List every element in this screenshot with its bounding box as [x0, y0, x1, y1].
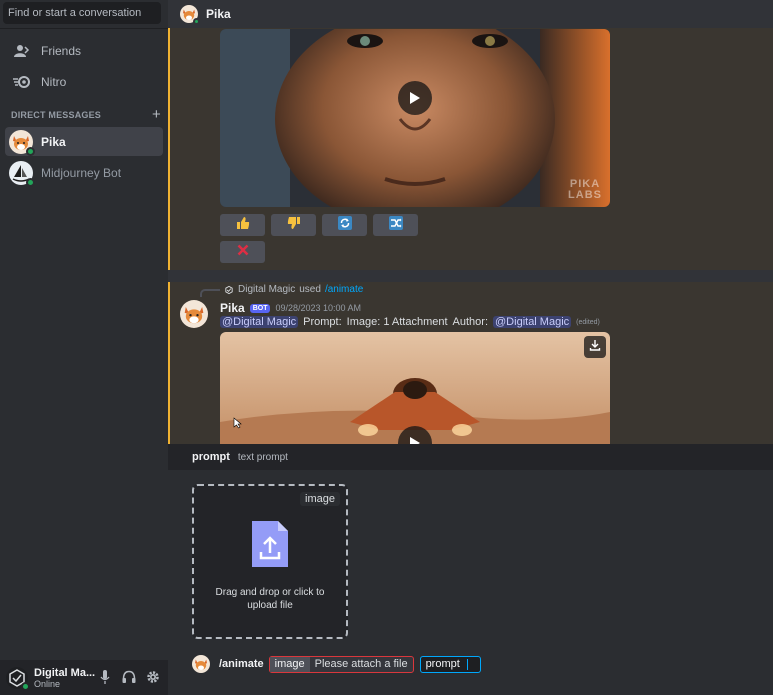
used-text: used [299, 284, 321, 295]
sidebar-item-label: Friends [41, 44, 82, 58]
slash-command-panel: prompt text prompt image Drag and drop o… [168, 444, 773, 695]
online-status-icon [26, 177, 35, 187]
dm-item-pika[interactable]: Pika [5, 127, 163, 156]
discord-app: Find or start a conversation Friends Nit… [0, 0, 773, 695]
chip-key: prompt [425, 657, 460, 670]
microphone-icon[interactable] [98, 669, 112, 685]
edited-tag: (edited) [576, 318, 600, 326]
pika-avatar [192, 655, 210, 673]
online-status-icon [193, 18, 200, 25]
dropzone-text: Drag and drop or click to upload file [215, 587, 325, 611]
dm-item-label: Midjourney Bot [41, 165, 122, 180]
message-header: Pika BOT 09/28/2023 10:00 AM [220, 301, 361, 315]
channel-header: Pika [168, 0, 773, 28]
text-caret [466, 658, 468, 670]
upload-file-icon [250, 519, 290, 569]
delete-button[interactable] [220, 241, 265, 263]
friends-icon [12, 41, 32, 61]
midjourney-avatar [9, 160, 35, 187]
dm-item-label: Pika [41, 134, 66, 149]
thumbs-up-icon [236, 216, 250, 235]
message-content: @Digital Magic Prompt: Image: 1 Attachme… [220, 316, 600, 328]
slash-command-name: /animate [219, 658, 264, 670]
pika-avatar [180, 5, 200, 25]
dm-item-midjourney-bot[interactable]: Midjourney Bot [5, 158, 163, 187]
prompt-label: Prompt: [303, 316, 342, 328]
online-status-icon [21, 681, 30, 691]
author-name[interactable]: Pika [220, 301, 245, 315]
chip-error-message: Please attach a file [314, 657, 408, 670]
action-buttons [220, 214, 418, 236]
pika-bot-avatar[interactable] [180, 300, 208, 328]
thumbs-down-icon [287, 216, 301, 235]
sidebar: Find or start a conversation Friends Nit… [0, 0, 168, 695]
bot-badge: BOT [249, 303, 271, 313]
option-header: prompt text prompt [168, 444, 773, 470]
download-button[interactable] [584, 336, 606, 358]
author-label: Author: [452, 316, 489, 328]
sidebar-item-label: Nitro [41, 75, 67, 89]
dm-section-header: DIRECT MESSAGES + [11, 107, 161, 122]
video-embed[interactable] [220, 332, 610, 444]
command-name[interactable]: /animate [325, 284, 363, 295]
nitro-icon [12, 72, 32, 92]
shuffle-button[interactable] [373, 214, 418, 236]
command-user[interactable]: Digital Magic [238, 284, 295, 295]
image-text: Image: 1 Attachment [346, 316, 448, 328]
user-info: Digital Ma... Online [34, 667, 95, 689]
close-x-icon [237, 243, 249, 261]
author-mention[interactable]: @Digital Magic [493, 316, 572, 328]
headphones-icon[interactable] [122, 669, 136, 685]
prompt-option-input[interactable]: prompt [419, 655, 481, 673]
shuffle-icon [388, 215, 403, 235]
regenerate-button[interactable] [322, 214, 367, 236]
dropzone-tag: image [300, 492, 340, 506]
watermark: PIKA LABS [568, 178, 602, 201]
create-dm-plus-icon[interactable]: + [152, 107, 161, 122]
user-status: Online [34, 678, 61, 689]
option-name: prompt [192, 451, 230, 463]
user-controls [98, 669, 160, 685]
reply-connector [200, 289, 220, 297]
chat-area: Pika PIKA LABS Digital Magic used /anima… [168, 0, 773, 695]
user-mention[interactable]: @Digital Magic [220, 316, 299, 328]
file-dropzone[interactable]: image Drag and drop or click to upload f… [192, 484, 348, 639]
download-icon [589, 338, 601, 356]
chip-key: image [269, 656, 310, 672]
pika-avatar [9, 129, 35, 156]
dm-header-label: DIRECT MESSAGES [11, 110, 102, 120]
settings-gear-icon[interactable] [146, 669, 160, 685]
video-thumbnail-portrait [220, 29, 610, 207]
user-avatar[interactable] [6, 666, 30, 691]
command-used-line: Digital Magic used /animate [224, 284, 363, 295]
user-name: Digital Ma... [34, 666, 96, 679]
page-title: Pika [206, 7, 231, 21]
online-status-icon [26, 146, 35, 156]
play-icon[interactable] [398, 81, 432, 115]
video-embed[interactable]: PIKA LABS [220, 29, 610, 207]
sidebar-item-friends[interactable]: Friends [8, 37, 163, 65]
search-input[interactable]: Find or start a conversation [3, 2, 161, 24]
message-timestamp: 09/28/2023 10:00 AM [275, 303, 362, 313]
refresh-icon [337, 215, 352, 235]
upvote-button[interactable] [220, 214, 265, 236]
sidebar-item-nitro[interactable]: Nitro [8, 68, 163, 96]
command-input-row: /animate image Please attach a file prom… [168, 654, 773, 674]
option-description: text prompt [237, 451, 288, 463]
divider [0, 28, 168, 29]
mouse-cursor-icon [233, 417, 242, 429]
image-option-chip[interactable]: image Please attach a file [268, 655, 414, 673]
user-panel: Digital Ma... Online [0, 660, 168, 695]
digital-magic-avatar-icon [225, 285, 233, 294]
downvote-button[interactable] [271, 214, 316, 236]
